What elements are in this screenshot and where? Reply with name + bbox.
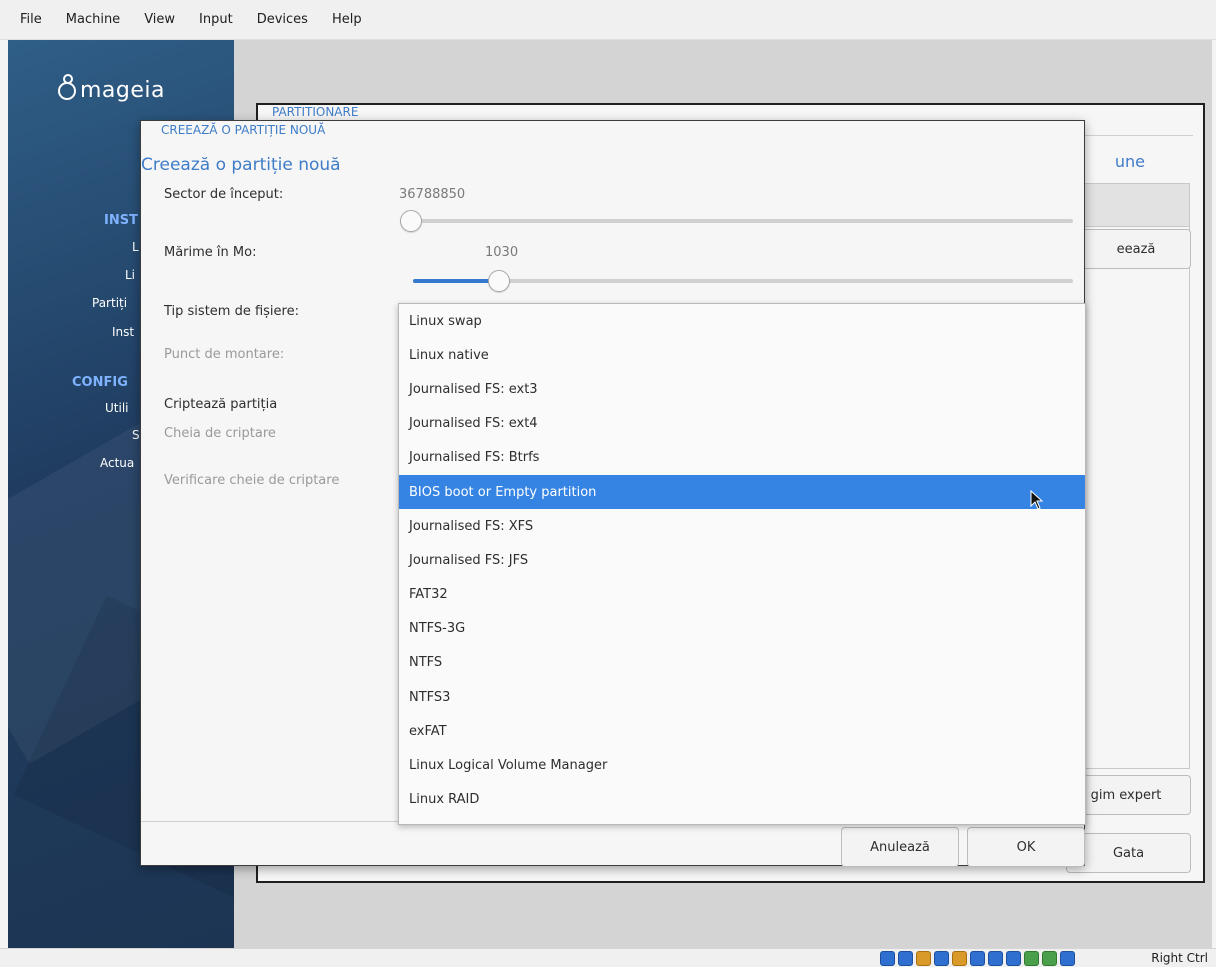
display-icon[interactable] xyxy=(988,951,1003,966)
fs-type-option[interactable]: FAT32 xyxy=(399,578,1085,612)
sidebar-heading-install: INST xyxy=(104,213,138,228)
sidebar-item: L xyxy=(132,240,139,254)
shared-folders-icon[interactable] xyxy=(970,951,985,966)
encryption-key-verify-label: Verificare cheie de criptare xyxy=(164,473,340,488)
fs-type-dropdown-list[interactable]: Linux swap Linux native Journalised FS: ex… xyxy=(398,303,1086,825)
size-slider-track xyxy=(413,279,1073,283)
recording-icon[interactable] xyxy=(1006,951,1021,966)
start-sector-slider-track xyxy=(411,219,1073,223)
fs-type-option[interactable]: BIOS boot or Empty partition xyxy=(399,474,1085,510)
fs-type-option[interactable]: NTFS3 xyxy=(399,680,1085,714)
mouse-integration-icon[interactable] xyxy=(1042,951,1057,966)
start-sector-slider[interactable] xyxy=(400,210,422,232)
mouse-cursor-icon xyxy=(1030,490,1044,510)
sidebar-item-partitioning: Partiți xyxy=(92,296,128,310)
fs-type-option[interactable]: Journalised FS: XFS xyxy=(399,509,1085,543)
mageia-logo: mageia xyxy=(58,73,166,103)
host-key-label: Right Ctrl xyxy=(1151,951,1208,965)
sidebar-item: Inst xyxy=(112,325,135,339)
size-value: 1030 xyxy=(485,245,519,260)
ok-button[interactable]: OK xyxy=(967,827,1085,867)
logo-text: mageia xyxy=(80,78,166,103)
mount-point-label: Punct de montare: xyxy=(164,347,285,362)
fs-type-option[interactable]: Linux RAID xyxy=(399,783,1085,817)
fs-type-option[interactable]: Journalised FS: JFS xyxy=(399,543,1085,577)
window-heading: une xyxy=(1114,152,1145,171)
encryption-key-label: Cheia de criptare xyxy=(164,426,276,441)
menu-input[interactable]: Input xyxy=(187,12,245,27)
host-statusbar: Right Ctrl xyxy=(0,948,1216,967)
sidebar-item: Utili xyxy=(105,401,129,415)
keyboard-icon[interactable] xyxy=(1060,951,1075,966)
size-label: Mărime în Mo: xyxy=(164,245,257,260)
expert-mode-button-label: gim expert xyxy=(1090,787,1162,803)
fs-type-option[interactable]: NTFS-3G xyxy=(399,612,1085,646)
sidebar-item: Li xyxy=(125,268,136,282)
fs-type-option[interactable]: Journalised FS: ext3 xyxy=(399,372,1085,406)
window-title: PARTITIONARE xyxy=(270,105,361,119)
fs-type-option[interactable]: Linux swap xyxy=(399,304,1085,338)
size-slider[interactable] xyxy=(487,270,510,292)
sidebar-heading-config: CONFIG xyxy=(72,375,128,390)
cpu-icon[interactable] xyxy=(1024,951,1039,966)
menu-file[interactable]: File xyxy=(8,12,54,27)
cancel-button[interactable]: Anulează xyxy=(841,827,959,867)
dialog-heading: Creează o partiție nouă xyxy=(141,155,341,175)
ok-button-label: OK xyxy=(1016,839,1036,855)
sidebar-item: S xyxy=(132,428,140,442)
create-button[interactable]: eează xyxy=(1081,229,1191,269)
fs-type-option[interactable]: Journalised FS: Btrfs xyxy=(399,441,1085,475)
optical-drive-icon[interactable] xyxy=(898,951,913,966)
cancel-button-label: Anulează xyxy=(870,839,930,855)
menu-help[interactable]: Help xyxy=(320,12,374,27)
status-icons xyxy=(880,951,1075,966)
fs-type-option[interactable]: Linux native xyxy=(399,338,1085,372)
menu-devices[interactable]: Devices xyxy=(245,12,320,27)
create-button-label: eează xyxy=(1116,241,1156,257)
usb-icon[interactable] xyxy=(952,951,967,966)
hard-disk-icon[interactable] xyxy=(880,951,895,966)
fs-type-option[interactable]: Journalised FS: ext4 xyxy=(399,407,1085,441)
start-sector-label: Sector de început: xyxy=(164,187,284,202)
size-slider-fill xyxy=(413,279,499,283)
done-button-label: Gata xyxy=(1112,845,1145,861)
fs-type-option[interactable]: NTFS xyxy=(399,646,1085,680)
fs-type-option[interactable]: Linux Logical Volume Manager xyxy=(399,748,1085,782)
network-icon[interactable] xyxy=(934,951,949,966)
audio-icon[interactable] xyxy=(916,951,931,966)
mageia-logo-icon xyxy=(58,73,76,100)
fs-type-option[interactable]: exFAT xyxy=(399,714,1085,748)
encrypt-partition-checkbox[interactable]: Criptează partiția xyxy=(164,397,277,412)
host-menubar: File Machine View Input Devices Help xyxy=(0,0,1216,40)
sidebar-item: Actua xyxy=(100,456,135,470)
start-sector-value: 36788850 xyxy=(399,187,466,202)
menu-view[interactable]: View xyxy=(132,12,187,27)
fs-type-label: Tip sistem de fișiere: xyxy=(164,304,299,319)
menu-machine[interactable]: Machine xyxy=(54,12,132,27)
dialog-title: CREEAZĂ O PARTIȚIE NOUĂ xyxy=(161,123,326,137)
